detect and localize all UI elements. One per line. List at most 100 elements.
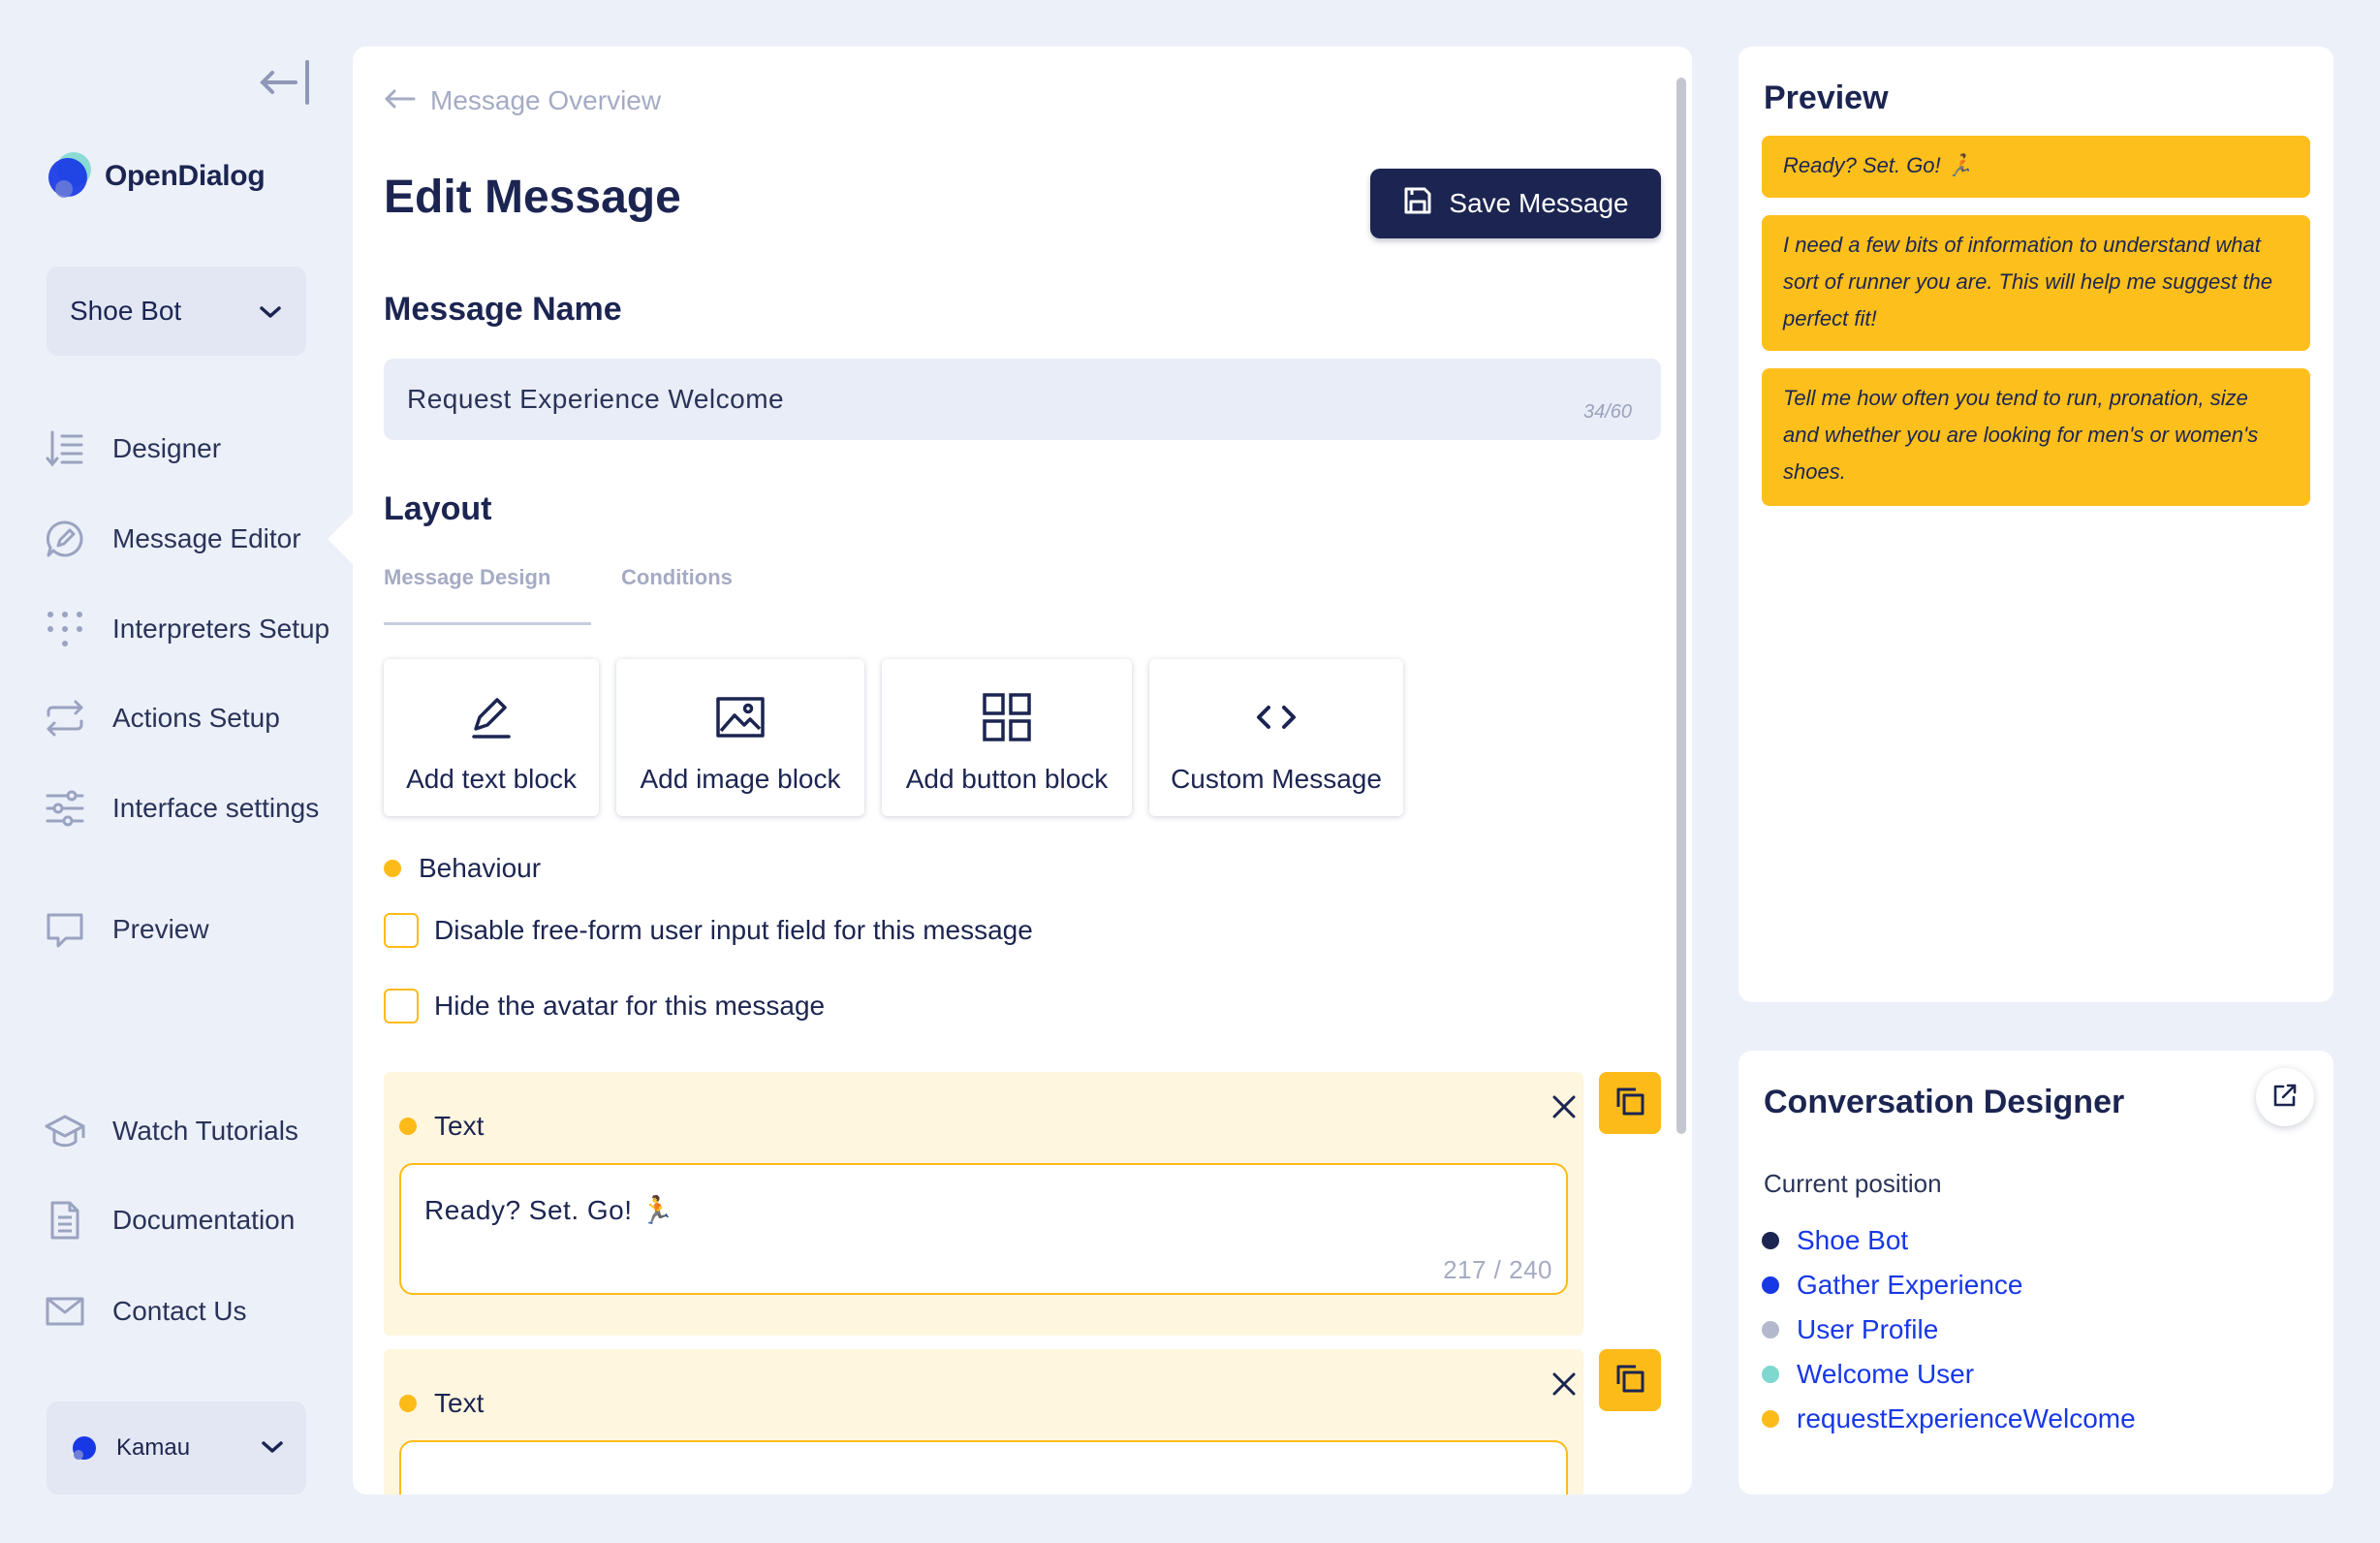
block-label: Add image block — [640, 764, 841, 794]
preview-title: Preview — [1764, 79, 1889, 116]
add-image-block-button[interactable]: Add image block — [616, 659, 864, 816]
breadcrumb[interactable]: Message Overview — [384, 85, 661, 116]
text-block-header: Text — [399, 1111, 484, 1142]
sidebar-item-label: Interface settings — [112, 793, 320, 823]
preview-panel: Preview Ready? Set. Go! 🏃 I need a few b… — [1738, 47, 2333, 1002]
position-link[interactable]: Shoe Bot — [1762, 1225, 1908, 1256]
save-icon — [1402, 185, 1433, 223]
sidebar-item-preview[interactable]: Preview — [45, 909, 209, 950]
logo: OpenDialog — [47, 150, 266, 203]
arrow-left-icon — [384, 85, 417, 116]
position-label: User Profile — [1797, 1314, 1939, 1344]
add-button-block-button[interactable]: Add button block — [882, 659, 1132, 816]
chevron-down-icon — [260, 1434, 285, 1462]
position-link[interactable]: requestExperienceWelcome — [1762, 1403, 2136, 1434]
sidebar-item-contact-us[interactable]: Contact Us — [45, 1291, 247, 1332]
tab-message-design[interactable]: Message Design — [384, 565, 550, 590]
behaviour-section: Behaviour — [384, 853, 541, 884]
message-bubble: Ready? Set. Go! 🏃 — [1762, 136, 2310, 198]
active-item-indicator — [328, 514, 353, 564]
text-block-count: 217 / 240 — [1443, 1255, 1552, 1284]
text-block-dot — [399, 1118, 417, 1135]
envelope-icon — [45, 1291, 85, 1332]
message-name-input[interactable] — [384, 359, 1661, 440]
open-designer-button[interactable] — [2256, 1068, 2314, 1126]
disable-input-checkbox[interactable] — [384, 913, 419, 948]
text-block-value: Ready? Set. Go! 🏃 — [424, 1195, 675, 1225]
position-dot — [1762, 1321, 1779, 1338]
position-link[interactable]: Gather Experience — [1762, 1270, 2022, 1301]
position-label: requestExperienceWelcome — [1797, 1403, 2136, 1433]
user-select[interactable]: Kamau — [47, 1401, 306, 1495]
hide-avatar-checkbox[interactable] — [384, 989, 419, 1023]
external-link-icon — [2271, 1082, 2299, 1114]
position-link[interactable]: User Profile — [1762, 1314, 1938, 1345]
block-label: Add button block — [905, 764, 1109, 794]
sidebar-item-actions-setup[interactable]: Actions Setup — [45, 698, 280, 739]
checkbox-label: Disable free-form user input field for t… — [434, 915, 1033, 945]
sidebar-item-interface-settings[interactable]: Interface settings — [45, 788, 319, 829]
hide-avatar-checkbox-row[interactable]: Hide the avatar for this message — [384, 989, 825, 1023]
copy-icon — [1613, 1362, 1646, 1400]
pencil-icon — [466, 692, 517, 742]
add-text-block-button[interactable]: Add text block — [384, 659, 599, 816]
save-message-button[interactable]: Save Message — [1370, 169, 1661, 238]
bot-select[interactable]: Shoe Bot — [47, 267, 306, 356]
close-icon[interactable] — [1547, 1367, 1581, 1401]
text-block-header: Text — [399, 1388, 484, 1419]
tab-conditions[interactable]: Conditions — [621, 565, 733, 590]
active-tab-indicator — [384, 622, 591, 625]
position-label: Shoe Bot — [1797, 1225, 1909, 1255]
text-block-input[interactable] — [399, 1440, 1568, 1495]
message-name-heading: Message Name — [384, 291, 622, 328]
text-block-input[interactable]: Ready? Set. Go! 🏃 217 / 240 — [399, 1163, 1568, 1295]
sidebar-item-designer[interactable]: Designer — [45, 428, 221, 469]
text-block: Text Ready? Set. Go! 🏃 217 / 240 — [384, 1072, 1583, 1336]
text-block-label: Text — [434, 1388, 485, 1418]
text-block: Text — [384, 1349, 1583, 1495]
sidebar: OpenDialog Shoe Bot Designer Message Edi… — [0, 0, 344, 1543]
designer-icon — [45, 428, 85, 469]
current-position-label: Current position — [1764, 1169, 1942, 1198]
grid-icon — [982, 692, 1032, 742]
message-bubble: I need a few bits of information to unde… — [1762, 215, 2310, 351]
message-editor-icon — [45, 519, 85, 559]
user-name: Kamau — [116, 1434, 191, 1461]
duplicate-block-button[interactable] — [1599, 1349, 1661, 1411]
interpreters-icon — [45, 609, 85, 649]
behaviour-label: Behaviour — [419, 853, 542, 883]
avatar — [70, 1433, 99, 1463]
position-link[interactable]: Welcome User — [1762, 1359, 1974, 1390]
conversation-designer-panel: Conversation Designer Current position S… — [1738, 1051, 2333, 1495]
close-icon[interactable] — [1547, 1089, 1581, 1124]
sidebar-item-interpreters-setup[interactable]: Interpreters Setup — [45, 609, 329, 649]
sidebar-item-label: Interpreters Setup — [112, 614, 330, 644]
checkbox-label: Hide the avatar for this message — [434, 991, 826, 1021]
layout-heading: Layout — [384, 490, 492, 527]
save-message-label: Save Message — [1449, 188, 1629, 218]
custom-message-button[interactable]: Custom Message — [1149, 659, 1403, 816]
behaviour-dot — [384, 860, 401, 877]
sidebar-item-watch-tutorials[interactable]: Watch Tutorials — [45, 1111, 298, 1151]
code-icon — [1251, 692, 1301, 742]
actions-icon — [45, 698, 85, 739]
designer-title: Conversation Designer — [1764, 1084, 2125, 1120]
sidebar-item-label: Actions Setup — [112, 703, 280, 733]
sidebar-item-label: Documentation — [112, 1205, 296, 1235]
text-block-label: Text — [434, 1111, 485, 1141]
bot-select-value: Shoe Bot — [70, 296, 182, 326]
sliders-icon — [45, 788, 85, 829]
collapse-sidebar-icon[interactable] — [257, 58, 313, 109]
scrollbar[interactable] — [1676, 78, 1686, 1134]
sidebar-item-message-editor[interactable]: Message Editor — [45, 519, 301, 559]
message-bubble: Tell me how often you tend to run, prona… — [1762, 368, 2310, 506]
text-block-dot — [399, 1395, 417, 1412]
position-dot — [1762, 1276, 1779, 1294]
position-label: Welcome User — [1797, 1359, 1975, 1389]
position-label: Gather Experience — [1797, 1270, 2023, 1300]
disable-input-checkbox-row[interactable]: Disable free-form user input field for t… — [384, 913, 1033, 948]
duplicate-block-button[interactable] — [1599, 1072, 1661, 1134]
preview-icon — [45, 909, 85, 950]
sidebar-item-documentation[interactable]: Documentation — [45, 1200, 295, 1241]
chevron-down-icon — [258, 296, 283, 327]
